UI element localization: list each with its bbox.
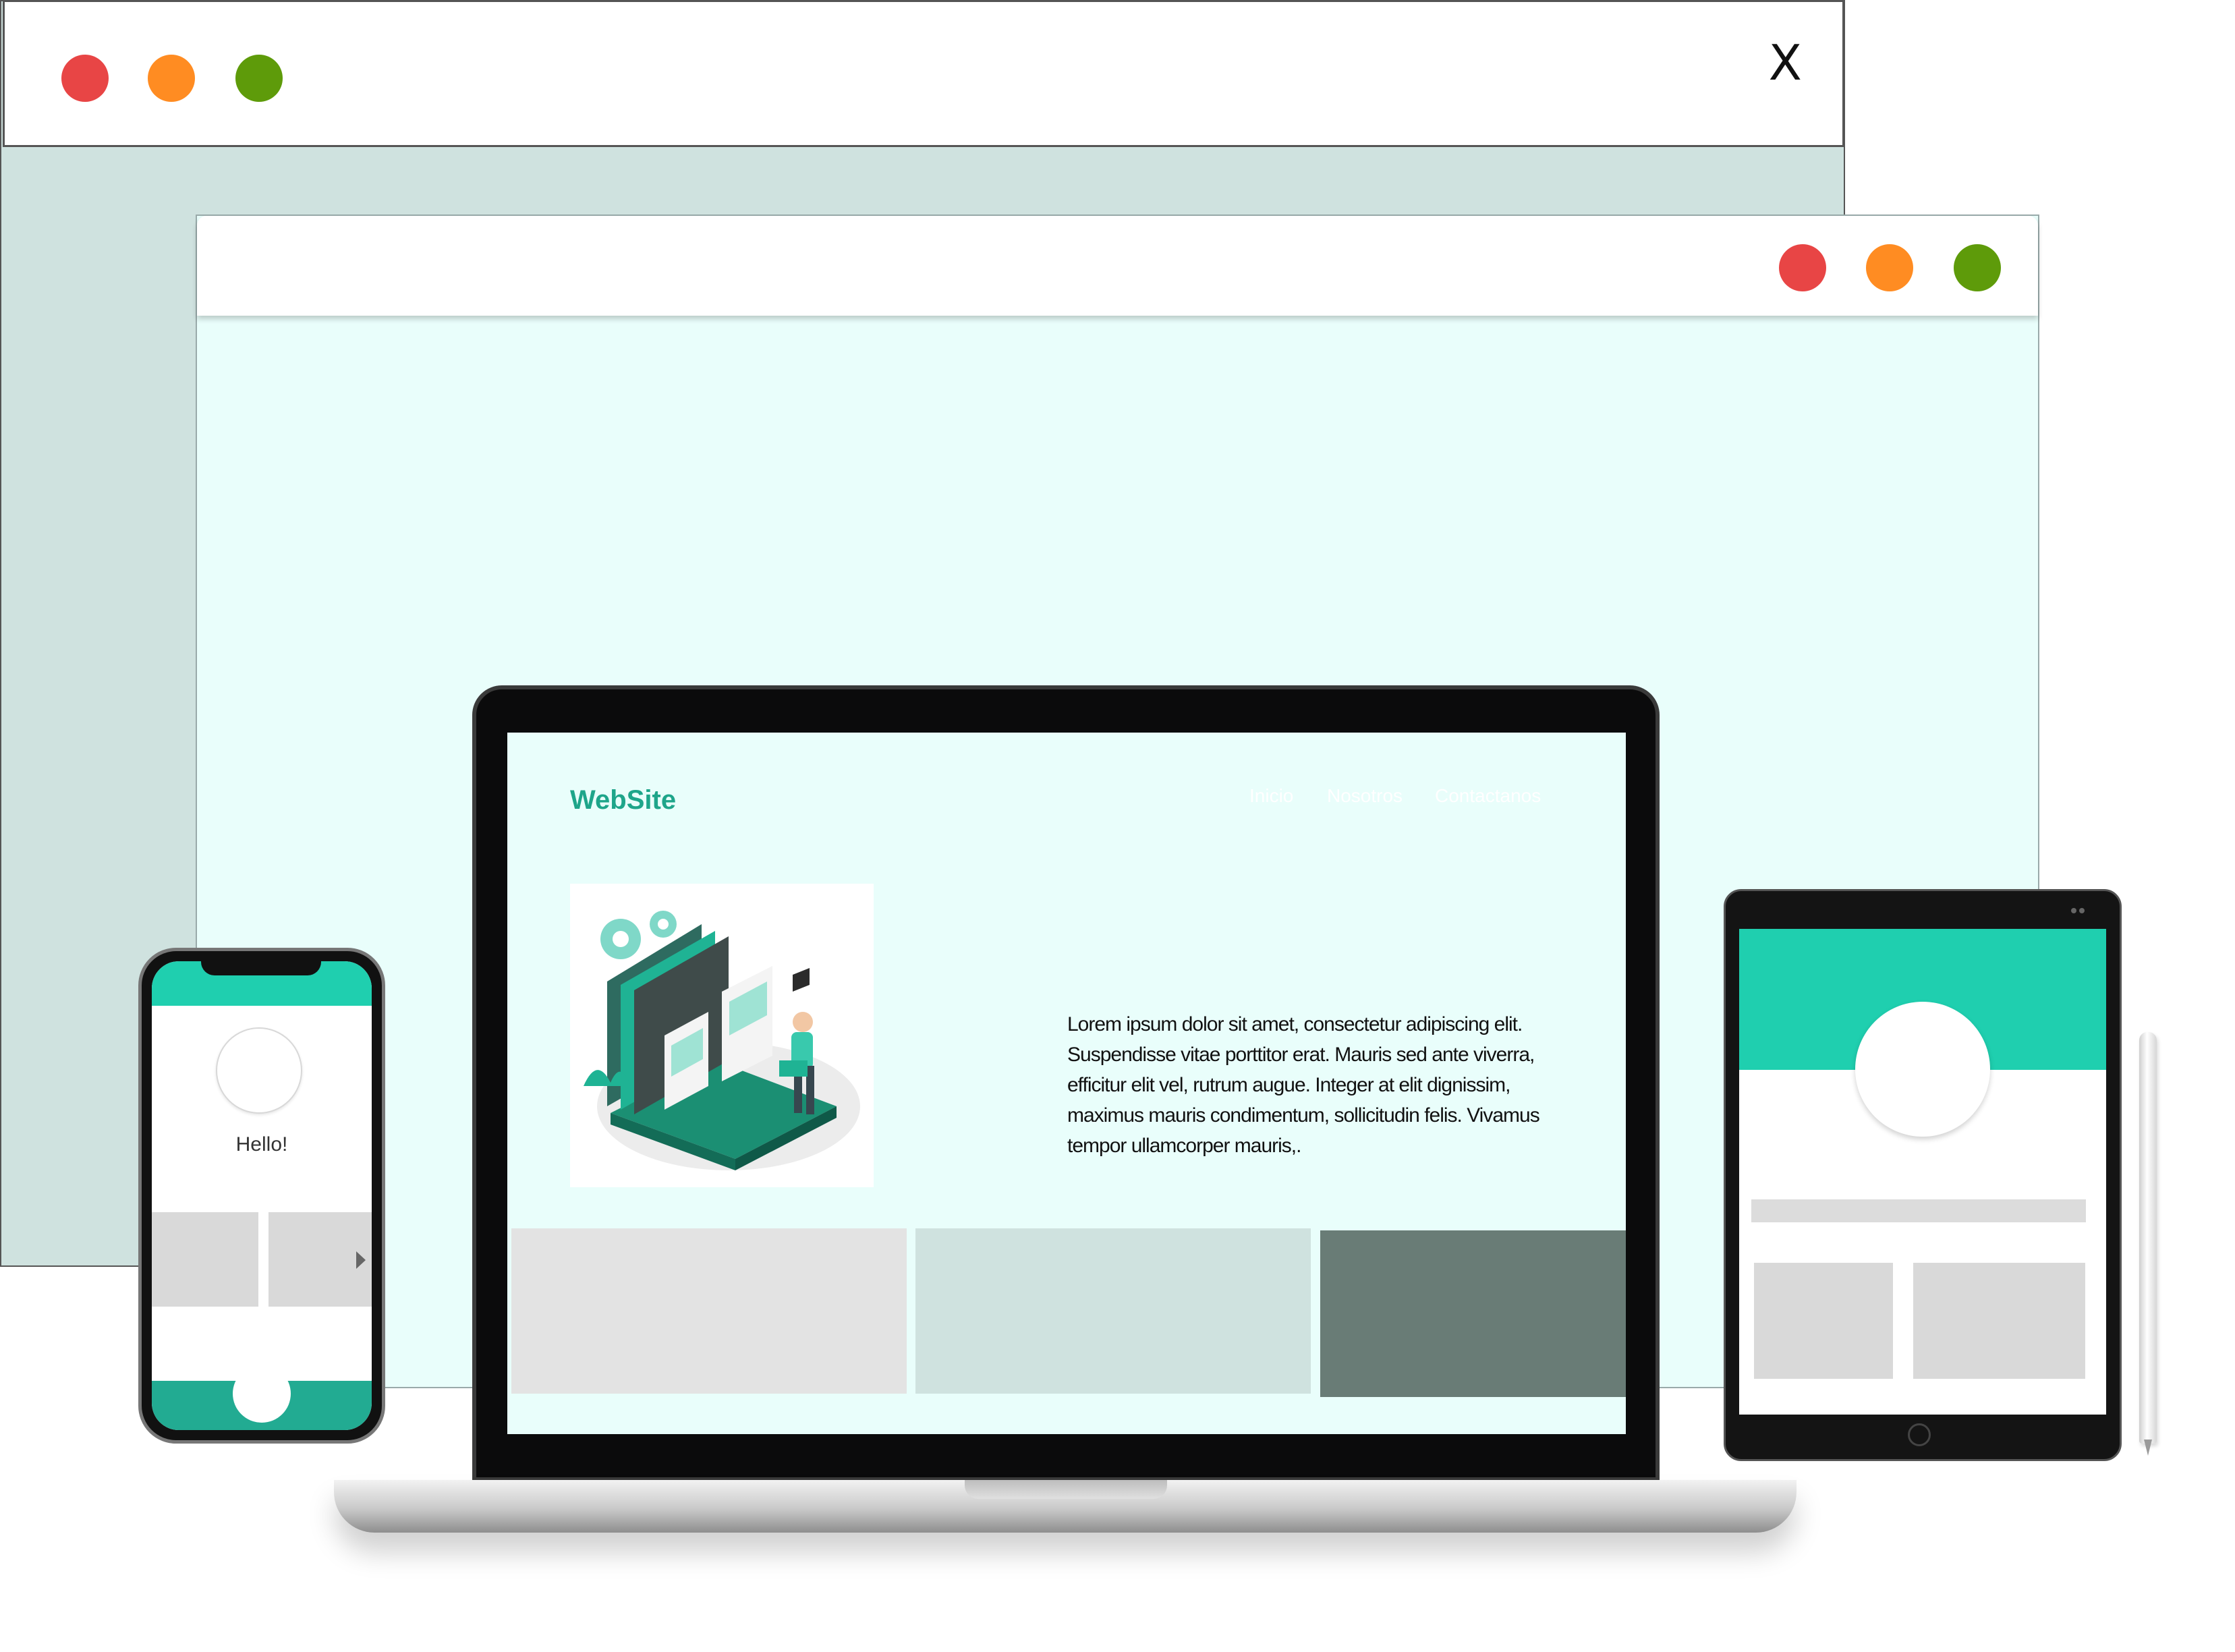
site-body-text: Lorem ipsum dolor sit amet, consectetur … — [1067, 1013, 1540, 1157]
nav-link-contactanos[interactable]: Contactanos — [1435, 785, 1541, 807]
close-button[interactable]: X — [1769, 34, 1802, 91]
front-window-titlebar — [197, 216, 2038, 316]
nav-link-inicio[interactable]: Inicio — [1249, 785, 1293, 807]
maximize-dot-icon[interactable] — [235, 55, 283, 102]
close-dot-icon[interactable] — [61, 55, 109, 102]
laptop-screen: WebSite Inicio Nosotros Contactanos Lore… — [507, 733, 1626, 1434]
site-logo[interactable]: WebSite — [570, 785, 676, 816]
site-card — [511, 1228, 907, 1394]
home-button-icon[interactable] — [233, 1365, 291, 1423]
minimize-dot-icon[interactable] — [1866, 244, 1913, 291]
tablet-card — [1913, 1263, 2085, 1379]
phone-screen: Hello! — [152, 961, 372, 1430]
carousel-next-icon[interactable] — [356, 1251, 366, 1269]
maximize-dot-icon[interactable] — [1954, 244, 2001, 291]
avatar — [216, 1027, 302, 1114]
camera-icon — [2071, 908, 2076, 913]
minimize-dot-icon[interactable] — [148, 55, 195, 102]
close-dot-icon[interactable] — [1779, 244, 1826, 291]
laptop-opening-notch — [965, 1480, 1167, 1499]
tablet-screen — [1739, 929, 2106, 1415]
tablet-title-placeholder — [1751, 1199, 2086, 1222]
sensor-icon — [2079, 908, 2085, 913]
stylus-pencil — [2139, 1032, 2157, 1444]
back-window-titlebar: X — [3, 0, 1844, 147]
stylus-tip — [2144, 1440, 2152, 1456]
avatar — [1855, 1002, 1990, 1137]
phone-card — [152, 1212, 258, 1307]
site-card — [915, 1228, 1311, 1394]
nav-link-nosotros[interactable]: Nosotros — [1327, 785, 1403, 807]
tablet-home-button[interactable] — [1908, 1423, 1931, 1446]
tablet-card — [1754, 1263, 1893, 1379]
phone-notch — [201, 958, 321, 975]
site-card — [1320, 1230, 1626, 1397]
phone-greeting: Hello! — [235, 1133, 288, 1156]
developer-illustration — [570, 884, 874, 1187]
